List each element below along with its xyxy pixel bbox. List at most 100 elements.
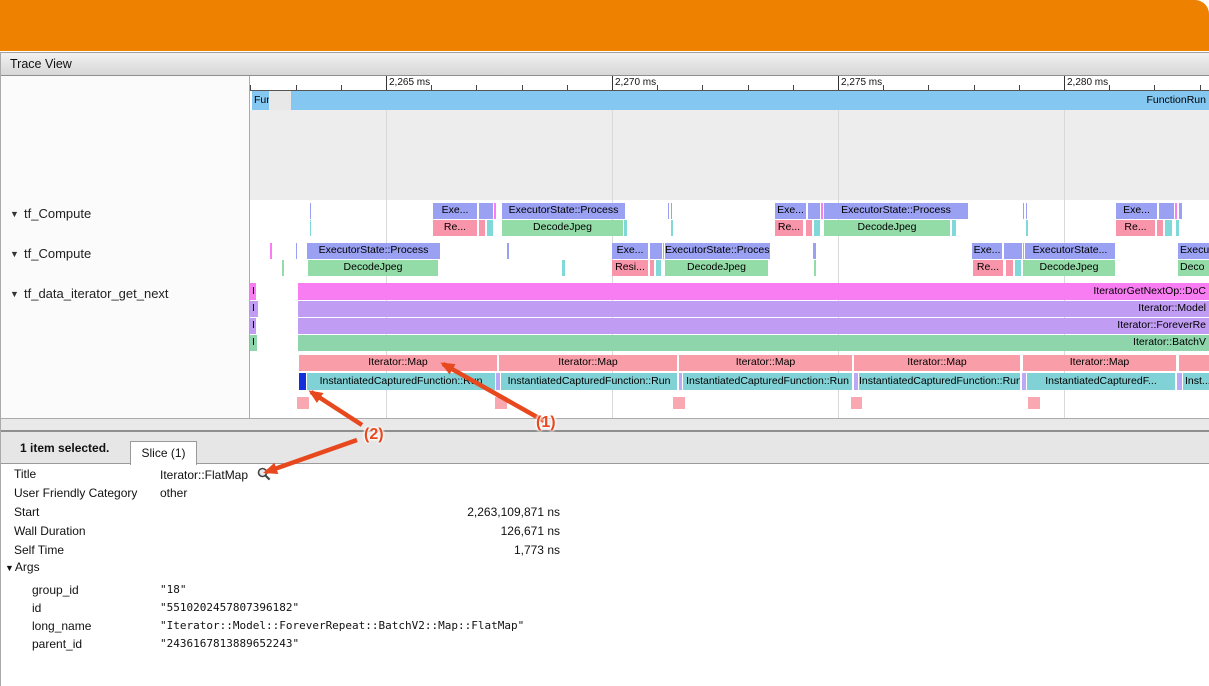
slice-slice[interactable] [1175,203,1177,219]
slice-re[interactable]: Re... [433,220,477,236]
slice-slice[interactable] [671,220,673,236]
slice-iterator-map[interactable]: Iterator::Map [854,355,1020,371]
slice-instantiatedcapturedfunction-run[interactable]: InstantiatedCapturedFunction::Run [859,373,1020,390]
slice-execut[interactable]: Execut [1178,243,1209,259]
slice-i[interactable]: I [250,283,256,300]
slice-slice[interactable] [507,243,509,259]
slice-executorstate-process[interactable]: ExecutorState::Process [307,243,440,259]
magnifier-icon[interactable] [257,467,271,484]
slice-slice[interactable] [1026,203,1027,219]
slice-slice[interactable] [296,243,297,259]
slice-slice[interactable] [270,243,272,259]
slice-slice[interactable] [650,260,654,276]
slice-slice[interactable] [650,243,662,259]
slice-slice[interactable] [310,203,311,219]
slice-inst[interactable]: Inst... [1183,373,1209,390]
sidebar-item-tf-compute[interactable]: ▼tf_Compute [0,245,248,262]
slice-iterator-map[interactable]: Iterator::Map [679,355,852,371]
slice-slice[interactable] [813,243,816,259]
slice-slice[interactable] [1176,220,1179,236]
slice-iterator-map[interactable]: Iterator::Map [499,355,677,371]
slice-exe[interactable]: Exe... [1116,203,1157,219]
slice-slice[interactable] [495,397,507,409]
slice-slice[interactable] [1177,373,1182,390]
slice-slice[interactable] [1157,220,1163,236]
slice-iterator-batchv[interactable]: Iterator::BatchV [298,335,1209,351]
slice-instantiatedcapturedfunction-run[interactable]: InstantiatedCapturedFunction::Run [501,373,677,390]
slice-instantiatedcapturedfunction-run[interactable]: InstantiatedCapturedFunction::Run [683,373,852,390]
slice-slice[interactable] [663,243,664,259]
sidebar-item-tf-data-iterator-get-next[interactable]: ▼tf_data_iterator_get_next [0,285,248,302]
slice-slice[interactable] [679,373,682,390]
slice-slice[interactable] [479,203,493,219]
tab-slice[interactable]: Slice (1) [130,441,197,465]
slice-slice[interactable] [494,203,496,219]
slice-iterator-model[interactable]: Iterator::Model [298,301,1209,317]
slice-slice[interactable] [806,220,812,236]
slice-slice[interactable] [1015,260,1021,276]
slice-i[interactable]: I [250,301,258,317]
slice-executorstate-process[interactable]: ExecutorState::Process [665,243,770,259]
slice-resi[interactable]: Resi... [612,260,648,276]
slice-iterator-foreverre[interactable]: Iterator::ForeverRe [298,318,1209,334]
slice-executorstate[interactable]: ExecutorState... [1025,243,1115,259]
slice-iterator-map[interactable]: Iterator::Map [299,355,497,371]
slice-functionrun[interactable]: FunctionRun [291,91,1209,110]
slice-slice[interactable] [487,220,493,236]
slice-slice[interactable] [1022,373,1026,390]
slice-decodejpeg[interactable]: DecodeJpeg [308,260,438,276]
panel-splitter[interactable] [0,418,1209,432]
slice-slice[interactable] [854,373,858,390]
slice-executorstate-process[interactable]: ExecutorState::Process [824,203,968,219]
slice-slice[interactable] [562,260,565,276]
slice-deco[interactable]: Deco [1178,260,1209,276]
args-toggle[interactable]: ▼Args [5,560,205,576]
slice-i[interactable]: I [250,318,256,334]
slice-instantiatedcapturedf[interactable]: InstantiatedCapturedF... [1027,373,1175,390]
slice-iterator-map[interactable]: Iterator::Map [1023,355,1176,371]
slice-slice[interactable] [814,260,816,276]
slice-i[interactable]: I [250,335,257,351]
slice-slice[interactable] [310,220,311,236]
slice-slice[interactable] [496,373,500,390]
slice-exe[interactable]: Exe... [972,243,1002,259]
slice-decodejpeg[interactable]: DecodeJpeg [1023,260,1115,276]
slice-slice[interactable] [282,260,284,276]
slice-slice[interactable] [1179,203,1182,219]
slice-slice[interactable] [624,220,627,236]
slice-decodejpeg[interactable]: DecodeJpeg [502,220,623,236]
slice-slice[interactable] [269,91,291,110]
slice-slice[interactable] [808,203,820,219]
slice-slice[interactable] [952,220,956,236]
slice-decodejpeg[interactable]: DecodeJpeg [824,220,950,236]
slice-slice[interactable] [299,373,306,390]
sidebar-item-tf-compute[interactable]: ▼tf_Compute [0,205,248,222]
slice-executorstate-process[interactable]: ExecutorState::Process [502,203,625,219]
slice-slice[interactable] [1023,203,1024,219]
slice-re[interactable]: Re... [1116,220,1155,236]
slice-slice[interactable] [1165,220,1172,236]
slice-slice[interactable] [814,220,820,236]
slice-slice[interactable] [1179,355,1209,371]
slice-re[interactable]: Re... [973,260,1003,276]
slice-slice[interactable] [668,203,669,219]
timeline-canvas[interactable]: FunFunctionRunExe...ExecutorState::Proce… [250,76,1209,418]
slice-decodejpeg[interactable]: DecodeJpeg [665,260,768,276]
slice-slice[interactable] [1159,203,1174,219]
slice-fun[interactable]: Fun [252,91,269,110]
slice-slice[interactable] [656,260,661,276]
slice-re[interactable]: Re... [775,220,803,236]
slice-slice[interactable] [821,203,823,219]
slice-exe[interactable]: Exe... [612,243,648,259]
slice-slice[interactable] [1004,243,1022,259]
slice-slice[interactable] [671,203,672,219]
slice-slice[interactable] [1006,260,1013,276]
slice-exe[interactable]: Exe... [775,203,806,219]
slice-iteratorgetnextop-doc[interactable]: IteratorGetNextOp::DoC [298,283,1209,300]
slice-slice[interactable] [479,220,485,236]
slice-exe[interactable]: Exe... [433,203,477,219]
slice-slice[interactable] [1028,397,1040,409]
slice-slice[interactable] [1026,220,1028,236]
slice-instantiatedcapturedfunction-run[interactable]: InstantiatedCapturedFunction::Run [307,373,495,390]
slice-slice[interactable] [851,397,862,409]
